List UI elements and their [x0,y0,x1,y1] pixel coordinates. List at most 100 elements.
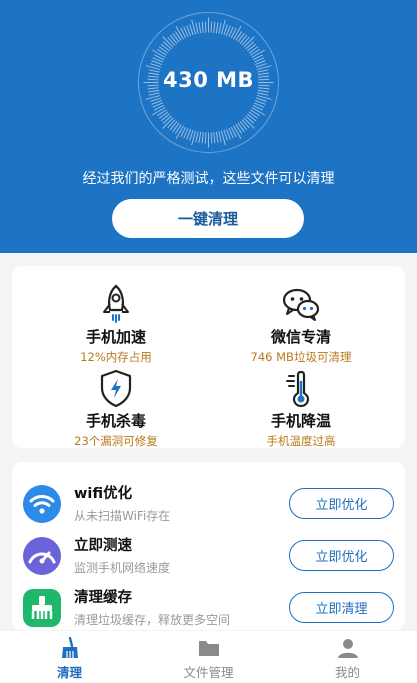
gauge-tick [195,22,199,34]
speedometer-icon [23,537,61,575]
gauge-tick [233,25,242,40]
tool-subtitle: 746 MB垃圾可清理 [250,350,352,364]
gauge-tick [237,122,245,133]
tool-title: 微信专清 [270,328,331,346]
thermometer-icon [286,370,310,408]
gauge-tick [151,107,166,116]
gauge-tick [169,34,178,44]
list-item-title: wifi优化 [74,486,133,502]
gauge-tick [241,119,250,129]
gauge-tick [158,111,169,119]
tool-subtitle: 23个漏洞可修复 [74,434,158,448]
list-item-subtitle: 监测手机网络速度 [74,561,171,575]
action-list-card: wifi优化 从未扫描WiFi存在 立即优化 立即测速 监测手机网络速度 立即优… [12,462,405,630]
gauge-tick [172,122,180,133]
gauge-tick [215,22,219,34]
gauge-tick [160,43,170,52]
broom-icon [61,637,78,658]
gauge-tick [157,109,167,117]
user-icon [337,639,358,658]
tab-label: 我的 [334,665,360,680]
gauge-tick [204,21,207,33]
list-item-title: 立即测速 [74,538,132,554]
tools-card: 手机加速 12%内存占用 微信专清 746 MB垃圾可清理 手机杀毒 23个漏洞… [12,266,405,448]
gauge-tick [175,25,184,40]
gauge-tick [251,49,266,58]
gauge-tick [215,131,219,143]
gauge-tick [235,31,243,41]
tool-antivirus[interactable]: 手机杀毒 23个漏洞可修复 [26,366,206,449]
gauge-tick [250,109,260,117]
tool-wechat-clean[interactable]: 微信专清 746 MB垃圾可清理 [211,282,391,365]
gauge-tick [239,121,248,131]
rocket-icon [103,284,129,323]
tab-label: 文件管理 [183,665,234,680]
cache-clean-button[interactable]: 立即清理 [289,592,394,623]
gauge-tick [247,43,257,52]
gauge-tick [198,131,202,143]
cache-clean-icon [23,589,61,627]
tool-title: 手机杀毒 [85,412,146,430]
list-item-title: 清理缓存 [74,590,132,606]
hero-header: 430 MB 经过我们的严格测试，这些文件可以清理 一键清理 [0,0,417,253]
gauge-tick [247,113,257,122]
gauge-tick [174,124,182,134]
list-item-speedtest: 立即测速 监测手机网络速度 立即优化 [12,532,405,584]
tool-title: 手机加速 [85,328,146,346]
gauge-tick [198,22,202,34]
wifi-icon [23,485,61,523]
gauge-tick [250,48,260,56]
gauge-tick [174,31,182,41]
tool-phone-speedup[interactable]: 手机加速 12%内存占用 [26,282,206,365]
tab-mine[interactable]: 我的 [278,631,417,683]
gauge-tick [241,36,250,46]
tab-label: 清理 [56,665,82,680]
gauge-tick [162,115,172,124]
gauge-tick [195,131,199,143]
tab-clean[interactable]: 清理 [0,631,139,683]
gauge-tick [167,119,176,129]
tool-title: 手机降温 [270,412,331,430]
gauge-tick [251,107,266,116]
gauge-tick [175,125,184,140]
gauge-tick [157,48,167,56]
folder-icon [198,641,219,656]
gauge-tick [218,22,222,34]
gauge-tick [158,46,169,54]
gauge-tick [235,124,243,134]
gauge-tick [237,32,245,43]
gauge-tick [201,132,204,144]
gauge-tick [201,21,204,33]
gauge-tick [151,49,166,58]
list-item-cache: 清理缓存 清理垃圾缓存，释放更多空间 立即清理 [12,584,405,636]
gauge-tick [213,21,216,33]
gauge-tick [167,36,176,46]
gauge-tick [204,132,207,144]
gauge-tick [213,132,216,144]
wifi-optimize-button[interactable]: 立即优化 [289,488,394,519]
gauge-tick [239,34,248,44]
gauge-tick [210,21,213,33]
one-click-clean-button[interactable]: 一键清理 [112,199,304,238]
gauge-tick [233,125,242,140]
gauge-tick [248,46,259,54]
speedtest-optimize-button[interactable]: 立即优化 [289,540,394,571]
gauge-tick [148,92,160,96]
tool-phone-cooling[interactable]: 手机降温 手机温度过高 [211,366,391,449]
tool-subtitle: 12%内存占用 [80,350,152,364]
wechat-icon [282,288,320,321]
gauge-tick [245,41,255,50]
gauge-tick [160,113,170,122]
gauge-tick [245,115,255,124]
gauge-tick [162,41,172,50]
tool-subtitle: 手机温度过高 [266,434,336,448]
storage-size-value: 430 MB [162,68,255,92]
list-item-subtitle: 清理垃圾缓存，释放更多空间 [74,613,231,627]
shield-icon [100,369,132,408]
bottom-tab-bar: 清理 文件管理 我的 [0,631,417,683]
gauge-tick [210,132,213,144]
list-item-subtitle: 从未扫描WiFi存在 [74,509,171,523]
gauge-tick [248,111,259,119]
gauge-tick [169,121,178,131]
tab-file-manager[interactable]: 文件管理 [139,631,278,683]
